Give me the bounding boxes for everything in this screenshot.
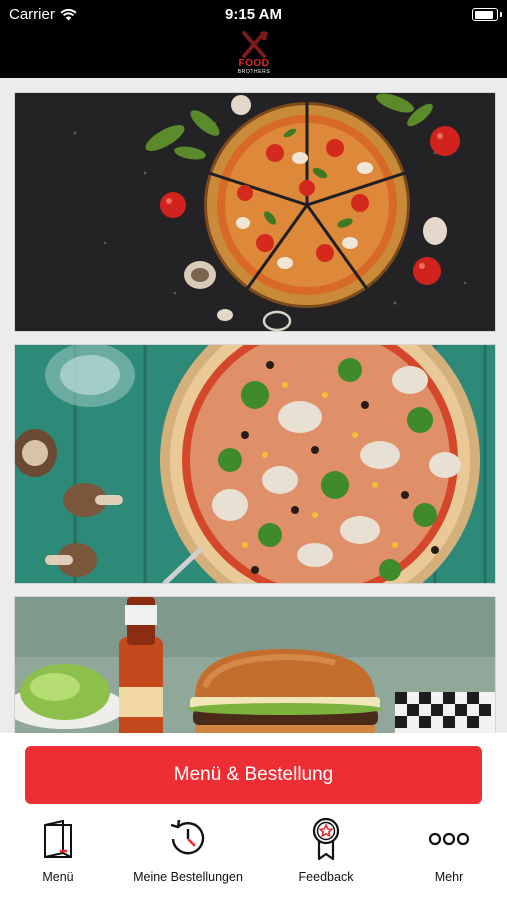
tab-menu-label: Menü [42,870,74,884]
tab-menu[interactable]: Menü [0,812,118,892]
menu-order-button[interactable]: Menü & Bestellung [25,746,482,804]
history-clock-icon [166,817,210,861]
battery-fill [474,10,494,19]
award-ribbon-icon [304,817,348,861]
promo-card-pizza-green[interactable] [14,344,496,584]
promo-card-pizza-dark[interactable] [14,92,496,332]
tab-more[interactable]: Mehr [389,812,507,892]
promo-card-burger[interactable] [14,596,496,733]
nav-bar: FOOD BROTHERS [0,30,507,78]
crossed-utensils-icon [242,31,268,58]
logo-wordmark: FOOD [238,58,270,69]
tab-feedback-label: Feedback [298,870,354,884]
pizza-dark-image [15,93,495,331]
tab-my-orders-label: Meine Bestellungen [133,870,243,884]
logo-subtitle: BROTHERS [237,69,271,75]
more-dots-icon [427,817,471,861]
status-bar: Carrier 9:15 AM [0,0,507,30]
tab-more-label: Mehr [434,870,464,884]
tab-bar: Menü Meine Bestellungen Feedback Mehr [0,812,507,900]
menu-book-icon [36,817,80,861]
pizza-green-image [15,345,495,583]
tab-feedback[interactable]: Feedback [266,812,386,892]
burger-image [15,597,495,733]
status-time: 9:15 AM [225,6,282,23]
battery-icon [472,8,502,21]
promo-feed[interactable] [0,78,507,733]
brand-logo: FOOD BROTHERS [227,30,281,76]
tab-my-orders[interactable]: Meine Bestellungen [128,812,248,892]
